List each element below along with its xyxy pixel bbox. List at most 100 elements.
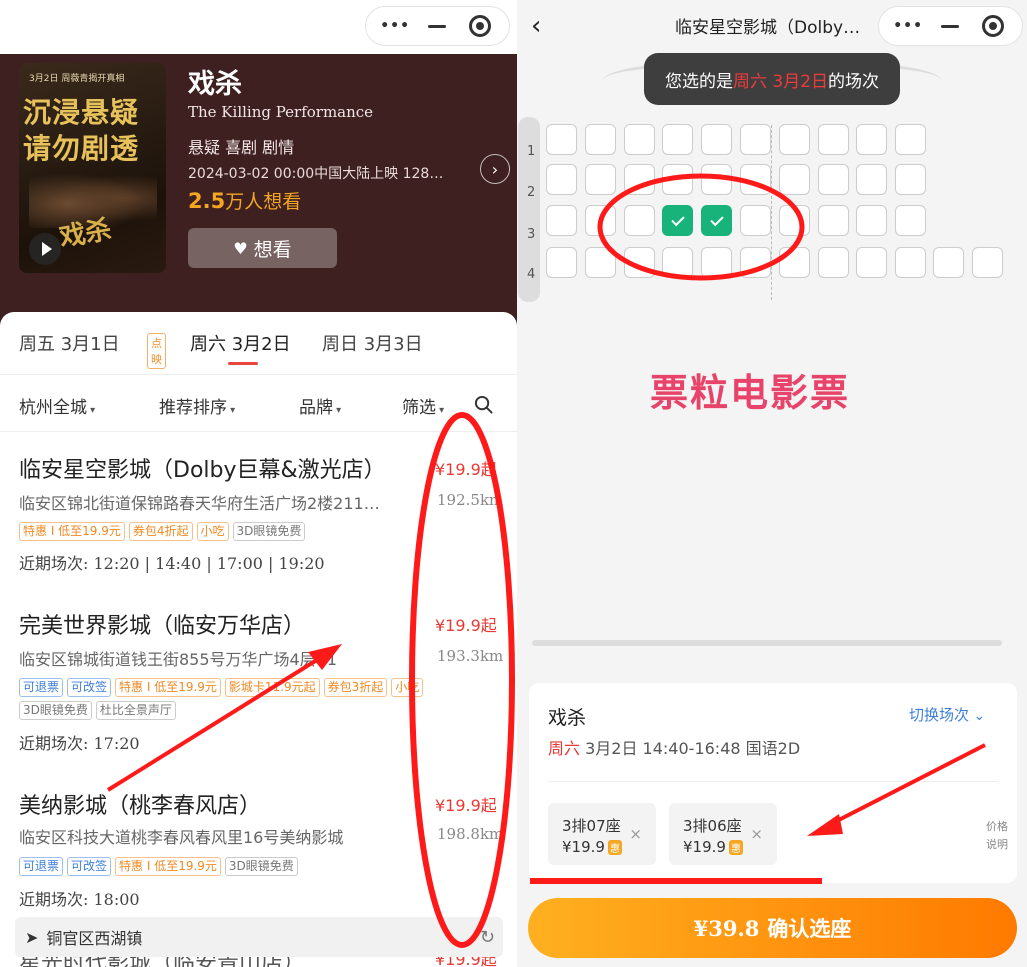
cinema-address: 临安区科技大道桃李春风春风里16号美纳影城 bbox=[19, 828, 344, 847]
seat-available[interactable] bbox=[856, 164, 887, 195]
seat-available[interactable] bbox=[740, 124, 771, 155]
minimize-icon[interactable] bbox=[419, 11, 455, 41]
price-explanation-link[interactable]: 价格说明 bbox=[986, 818, 1014, 854]
cinema-name: 美纳影城（桃李春风店） bbox=[19, 794, 262, 819]
seat-available[interactable] bbox=[585, 247, 616, 278]
filter-bar: 杭州全城 推荐排序 品牌 筛选 bbox=[0, 374, 517, 432]
tag: 可改签 bbox=[67, 678, 112, 697]
switch-showtime-button[interactable]: 切换场次 bbox=[909, 704, 985, 725]
seat-available[interactable] bbox=[895, 247, 926, 278]
confirm-seat-button[interactable]: ¥39.8 确认选座 bbox=[528, 898, 1017, 958]
filter-brand[interactable]: 品牌 bbox=[299, 393, 341, 418]
tag: 可退票 bbox=[19, 857, 64, 876]
seat-label: 3排07座 bbox=[562, 817, 621, 835]
cinema-price: ¥19.9起 bbox=[435, 616, 497, 635]
filter-sort[interactable]: 推荐排序 bbox=[159, 393, 235, 418]
row-number: 2 bbox=[527, 185, 536, 200]
seat-available[interactable] bbox=[624, 205, 655, 236]
cinema-tags: 特惠 I 低至19.9元 券包4折起 小吃 3D眼镜免费 bbox=[19, 522, 459, 541]
seat-available[interactable] bbox=[662, 124, 693, 155]
seat-available[interactable] bbox=[895, 124, 926, 155]
mini-program-capsule: ••• bbox=[878, 6, 1023, 46]
seat-available[interactable] bbox=[624, 247, 655, 278]
preview-badge: 点映 bbox=[147, 333, 166, 369]
seat-selected[interactable] bbox=[701, 205, 732, 236]
watermark-text: 票粒电影票 bbox=[650, 371, 851, 415]
movie-title: 戏杀 bbox=[188, 69, 242, 100]
seat-available[interactable] bbox=[546, 205, 577, 236]
show-weekday: 周六 bbox=[548, 739, 581, 758]
heart-icon: ♥ bbox=[233, 238, 248, 258]
seat-available[interactable] bbox=[662, 247, 693, 278]
seat-available[interactable] bbox=[856, 205, 887, 236]
confirm-label: 确认选座 bbox=[767, 917, 852, 941]
seat-available[interactable] bbox=[933, 247, 964, 278]
seat-available[interactable] bbox=[624, 124, 655, 155]
seat-selected[interactable] bbox=[662, 205, 693, 236]
seat-available[interactable] bbox=[818, 247, 849, 278]
seat-price-value: ¥19.9 bbox=[562, 838, 605, 856]
seat-available[interactable] bbox=[779, 164, 810, 195]
remove-seat-icon[interactable]: × bbox=[750, 825, 763, 843]
search-icon[interactable] bbox=[474, 395, 493, 414]
seat-available[interactable] bbox=[856, 247, 887, 278]
seat-available[interactable] bbox=[818, 205, 849, 236]
seat-available[interactable] bbox=[585, 164, 616, 195]
divider bbox=[548, 781, 998, 782]
poster-tagline: 3月2日 周薇青揭开真相 bbox=[29, 74, 125, 84]
tag: 影城卡11.9元起 bbox=[224, 678, 320, 697]
refresh-icon[interactable]: ↻ bbox=[480, 927, 495, 948]
seat-available[interactable] bbox=[818, 164, 849, 195]
seat-available[interactable] bbox=[779, 205, 810, 236]
seat-available[interactable] bbox=[895, 164, 926, 195]
seat-available[interactable] bbox=[856, 124, 887, 155]
location-bar[interactable]: ➤ 铜官区西湖镇 ↻ bbox=[15, 917, 503, 957]
seat-available[interactable] bbox=[740, 164, 771, 195]
seat-available[interactable] bbox=[546, 247, 577, 278]
minimize-icon[interactable] bbox=[932, 11, 968, 41]
selected-seat-chip[interactable]: 3排07座 ¥19.9 惠 × bbox=[548, 803, 656, 865]
tab-sat[interactable]: 周六 3月2日 bbox=[190, 330, 291, 356]
seat-available[interactable] bbox=[662, 164, 693, 195]
seat-available[interactable] bbox=[546, 124, 577, 155]
movie-english-title: The Killing Performance bbox=[188, 103, 374, 121]
more-icon[interactable]: ••• bbox=[377, 11, 413, 41]
toast-date: 周六 3月2日 bbox=[732, 71, 829, 92]
seat-available[interactable] bbox=[740, 205, 771, 236]
seat-selection-panel: ‹ 临安星空影城（Dolby… ••• 您选的是 周六 3月2日 的场次 1 2 3… bbox=[517, 0, 1027, 967]
tab-sun[interactable]: 周日 3月3日 bbox=[322, 330, 423, 356]
chevron-right-icon[interactable]: › bbox=[480, 154, 510, 184]
tab-fri[interactable]: 周五 3月1日 点映 bbox=[19, 330, 166, 369]
seat-available[interactable] bbox=[585, 124, 616, 155]
cinema-price: ¥19.9起 bbox=[435, 796, 497, 815]
poster-slogan-1: 沉浸悬疑 bbox=[23, 96, 140, 129]
seat-available[interactable] bbox=[701, 124, 732, 155]
selected-seat-chip[interactable]: 3排06座 ¥19.9 惠 × bbox=[669, 803, 777, 865]
active-tab-indicator bbox=[228, 362, 258, 365]
seat-available[interactable] bbox=[701, 247, 732, 278]
want-button[interactable]: ♥ 想看 bbox=[188, 228, 337, 268]
seat-available[interactable] bbox=[779, 247, 810, 278]
back-icon[interactable]: ‹ bbox=[531, 11, 541, 41]
seat-available[interactable] bbox=[740, 247, 771, 278]
more-icon[interactable]: ••• bbox=[890, 11, 926, 41]
seat-available[interactable] bbox=[818, 124, 849, 155]
close-target-icon[interactable] bbox=[462, 11, 498, 41]
remove-seat-icon[interactable]: × bbox=[629, 825, 642, 843]
discount-badge: 惠 bbox=[607, 840, 622, 855]
seat-available[interactable] bbox=[779, 124, 810, 155]
seat-available[interactable] bbox=[546, 164, 577, 195]
horizontal-scrollbar[interactable] bbox=[532, 640, 1002, 646]
filter-city[interactable]: 杭州全城 bbox=[19, 393, 95, 418]
cinema-showtimes: 近期场次: 18:00 bbox=[19, 890, 140, 909]
filter-more[interactable]: 筛选 bbox=[402, 393, 444, 418]
seat-available[interactable] bbox=[972, 247, 1003, 278]
movie-poster[interactable]: 3月2日 周薇青揭开真相 沉浸悬疑 请勿剧透 戏杀 bbox=[19, 63, 166, 273]
seat-available[interactable] bbox=[895, 205, 926, 236]
seat-available[interactable] bbox=[624, 164, 655, 195]
cinema-address: 临安区锦北街道保锦路春天华府生活广场2楼211… bbox=[19, 494, 380, 513]
seat-available[interactable] bbox=[701, 164, 732, 195]
close-target-icon[interactable] bbox=[975, 11, 1011, 41]
play-icon[interactable] bbox=[29, 233, 61, 265]
seat-available[interactable] bbox=[585, 205, 616, 236]
